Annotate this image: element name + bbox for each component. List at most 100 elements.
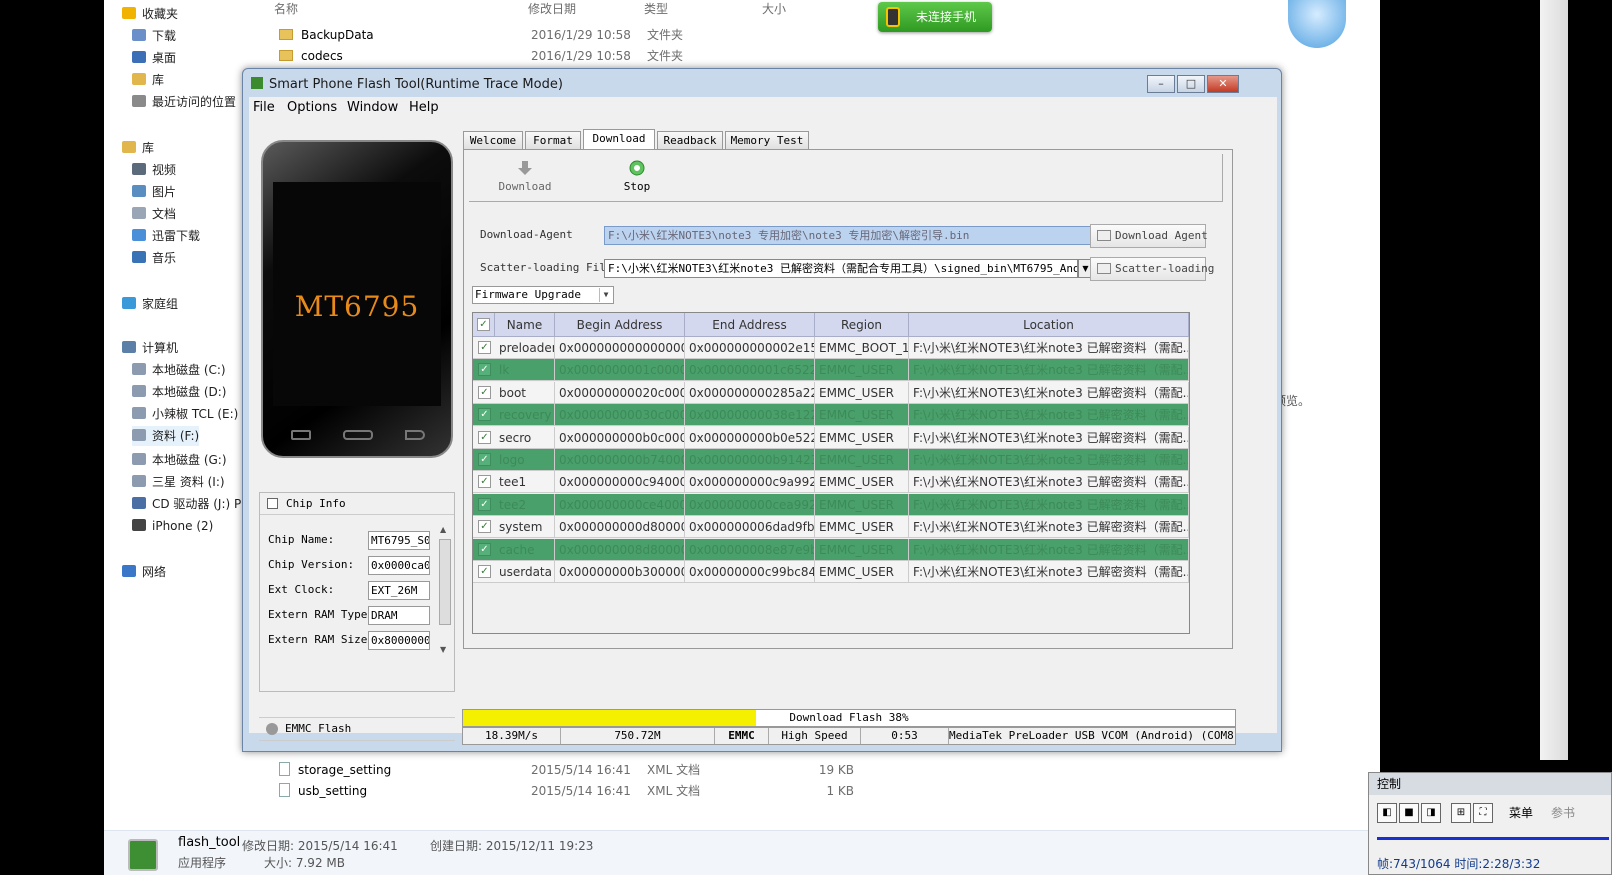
table-row[interactable]: ✓ preloader 0x0000000000000000 0x0000000000… <box>473 337 1189 359</box>
nav-item[interactable]: 迅雷下载 <box>132 226 200 246</box>
nav-item[interactable]: 视频 <box>132 160 176 180</box>
row-checkbox[interactable]: ✓ <box>478 341 491 354</box>
nav-item[interactable]: 家庭组 <box>122 294 178 314</box>
emmc-flash-header[interactable]: EMMC Flash <box>259 717 455 741</box>
download-mode-select[interactable]: Firmware Upgrade ▼ <box>472 286 614 304</box>
row-checkbox[interactable]: ✓ <box>478 363 491 377</box>
minimize-button[interactable]: – <box>1147 75 1175 93</box>
nav-item[interactable]: 图片 <box>132 182 176 202</box>
table-row[interactable]: ✓ tee2 0x000000000ce40000 0x000000000cea992… <box>473 493 1189 516</box>
tab-readback[interactable]: Readback <box>657 131 723 149</box>
nav-item[interactable]: 库 <box>122 138 154 158</box>
row-checkbox[interactable]: ✓ <box>478 565 491 578</box>
table-row[interactable]: ✓ cache 0x000000008d800000 0x000000008e87e9… <box>473 538 1189 561</box>
scroll-up-icon[interactable]: ▲ <box>440 525 446 534</box>
nav-item[interactable]: 下载 <box>132 26 176 46</box>
table-header-location[interactable]: Location <box>909 313 1189 337</box>
tab-welcome[interactable]: Welcome <box>463 131 523 149</box>
nav-item[interactable]: 资料 (F:) <box>132 426 200 446</box>
column-header-date[interactable]: 修改日期 <box>528 0 576 17</box>
nav-item[interactable]: 文档 <box>132 204 176 224</box>
fullscreen-icon[interactable]: ⛶ <box>1473 803 1493 823</box>
table-row[interactable]: ✓ tee1 0x000000000c940000 0x000000000c9a992… <box>473 471 1189 494</box>
download-arrow-icon <box>518 161 532 175</box>
maximize-button[interactable]: □ <box>1177 75 1205 93</box>
nav-item[interactable]: CD 驱动器 (J:) P <box>132 494 241 514</box>
table-row[interactable]: ✓ lk 0x0000000001c00000 0x0000000001c65226 E… <box>473 359 1189 382</box>
tab-download[interactable]: Download <box>583 129 655 150</box>
row-checkbox[interactable]: ✓ <box>478 453 491 466</box>
nav-item[interactable]: 三星 资料 (I:) <box>132 472 225 492</box>
menu-help[interactable]: Help <box>409 99 439 117</box>
nav-item[interactable]: 最近访问的位置 <box>132 92 236 112</box>
select-all-header[interactable]: ✓ <box>473 313 495 337</box>
cell-name: secro <box>495 426 555 449</box>
nav-item-label: 视频 <box>152 163 177 177</box>
chip-version-value: 0x0000ca00 <box>368 556 430 575</box>
control-menu-button[interactable]: 菜单 <box>1509 804 1533 821</box>
row-checkbox[interactable]: ✓ <box>478 542 491 556</box>
cell-region: EMMC_USER <box>815 561 909 583</box>
chip-info-header[interactable]: Chip Info <box>260 493 454 515</box>
table-header-end[interactable]: End Address <box>685 313 815 337</box>
fit-window-icon[interactable]: ⊞ <box>1451 803 1471 823</box>
table-row[interactable]: ✓ recovery 0x00000000030c0000 0x00000000038… <box>473 404 1189 427</box>
table-row[interactable]: ✓ logo 0x000000000b740000 0x000000000b91423… <box>473 449 1189 471</box>
row-checkbox[interactable]: ✓ <box>478 430 491 444</box>
table-header-name[interactable]: Name <box>495 313 555 337</box>
nav-item[interactable]: 音乐 <box>132 248 176 268</box>
row-checkbox[interactable]: ✓ <box>478 520 491 534</box>
download-agent-button[interactable]: Download Agent <box>1090 224 1208 248</box>
scatter-file-field[interactable]: F:\小米\红米NOTE3\红米note3 已解密资料（需配合专用工具）\sig… <box>604 259 1078 278</box>
nav-item[interactable]: 网络 <box>122 562 166 582</box>
table-header-region[interactable]: Region <box>815 313 909 337</box>
phone-status-badge[interactable]: 未连接手机 <box>878 2 992 32</box>
nav-item[interactable]: 本地磁盘 (D:) <box>132 382 226 402</box>
nav-item[interactable]: 计算机 <box>122 338 178 358</box>
window-title-bar[interactable]: Smart Phone Flash Tool(Runtime Trace Mod… <box>251 75 563 95</box>
table-header-begin[interactable]: Begin Address <box>555 313 685 337</box>
row-checkbox[interactable]: ✓ <box>478 497 491 511</box>
nav-item[interactable]: 小辣椒 TCL (E:) <box>132 404 238 424</box>
nav-item[interactable]: 库 <box>132 70 164 90</box>
nav-item[interactable]: 桌面 <box>132 48 176 68</box>
select-all-checkbox[interactable]: ✓ <box>477 318 490 331</box>
table-row[interactable]: ✓ userdata 0x00000000b3000000 0x00000000c99… <box>473 561 1189 583</box>
nav-item[interactable]: 收藏夹 <box>122 4 178 24</box>
download-button[interactable]: Download <box>493 160 557 193</box>
row-checkbox[interactable]: ✓ <box>478 408 491 422</box>
table-row[interactable]: ✓ secro 0x000000000b0c0000 0x000000000b0e52… <box>473 426 1189 449</box>
nav-item[interactable]: 本地磁盘 (C:) <box>132 360 226 380</box>
scatter-file-label: Scatter-loading File <box>480 261 613 274</box>
stop-button[interactable]: Stop <box>605 160 669 193</box>
row-checkbox[interactable]: ✓ <box>478 385 491 399</box>
nav-item-label: 下载 <box>152 29 177 43</box>
menu-window[interactable]: Window <box>347 99 398 117</box>
download-agent-field[interactable]: F:\小米\红米NOTE3\note3 专用加密\note3 专用加密\解密引导… <box>604 226 1094 245</box>
close-button[interactable]: ✕ <box>1207 75 1239 93</box>
bird-logo-icon <box>1288 0 1346 48</box>
cell-region: EMMC_USER <box>815 516 909 539</box>
next-frame-icon[interactable]: ◨ <box>1421 803 1441 823</box>
tab-format[interactable]: Format <box>525 131 581 149</box>
chip-info-scrollbar[interactable]: ▲ ▼ <box>438 525 452 655</box>
prev-frame-icon[interactable]: ◧ <box>1377 803 1397 823</box>
table-row[interactable]: ✓ system 0x000000000d800000 0x000000006dad9… <box>473 516 1189 539</box>
tab-memory-test[interactable]: Memory Test <box>725 131 809 149</box>
column-header-type[interactable]: 类型 <box>644 0 668 17</box>
scroll-thumb[interactable] <box>439 539 451 625</box>
stop-icon[interactable]: ■ <box>1399 803 1419 823</box>
menu-options[interactable]: Options <box>287 99 337 117</box>
control-more-button[interactable]: 参书 <box>1551 804 1575 821</box>
playback-seekbar[interactable] <box>1377 837 1609 840</box>
scatter-loading-button[interactable]: Scatter-loading <box>1090 257 1214 281</box>
drive-icon <box>132 385 146 397</box>
column-header-name[interactable]: 名称 <box>274 0 298 17</box>
column-header-size[interactable]: 大小 <box>762 0 786 17</box>
nav-item[interactable]: 本地磁盘 (G:) <box>132 450 227 470</box>
table-row[interactable]: ✓ boot 0x00000000020c0000 0x000000000285a22… <box>473 381 1189 404</box>
menu-file[interactable]: File <box>253 99 275 117</box>
nav-item[interactable]: iPhone (2) <box>132 516 213 536</box>
row-checkbox[interactable]: ✓ <box>478 475 491 489</box>
scroll-down-icon[interactable]: ▼ <box>440 645 446 654</box>
